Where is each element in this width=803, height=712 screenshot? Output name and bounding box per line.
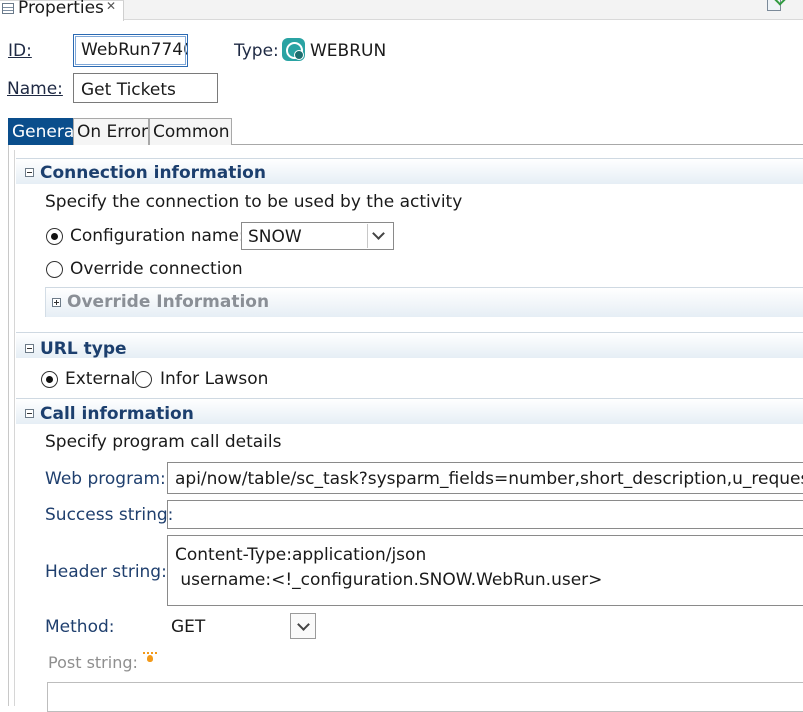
type-label: Type: — [234, 41, 279, 61]
post-string-label: Post string: — [48, 653, 138, 672]
configuration-name-label: Configuration name: — [70, 226, 245, 246]
web-program-label: Web program: — [45, 469, 166, 489]
override-connection-label: Override connection — [70, 259, 243, 279]
override-information-title: Override Information — [67, 292, 270, 312]
connection-section-title: Connection information — [40, 163, 266, 183]
chevron-down-icon[interactable] — [367, 224, 391, 248]
method-value[interactable]: GET — [171, 617, 205, 637]
name-label: Name: — [7, 79, 63, 99]
infor-lawson-label: Infor Lawson — [160, 369, 269, 389]
success-string-label: Success string: — [45, 505, 174, 525]
web-program-field[interactable]: api/now/table/sc_task?sysparm_fields=num… — [167, 462, 803, 494]
header-string-label: Header string: — [45, 562, 167, 582]
collapse-icon[interactable] — [25, 168, 34, 177]
url-type-section-header[interactable] — [16, 332, 803, 358]
content-border — [8, 145, 9, 706]
view-title: Properties — [18, 0, 104, 18]
close-icon[interactable]: ✕ — [106, 0, 116, 13]
success-string-field[interactable] — [167, 500, 803, 529]
external-label: External — [65, 369, 136, 389]
url-type-section-title: URL type — [40, 339, 127, 359]
configuration-name-radio[interactable] — [46, 228, 63, 245]
infor-lawson-radio[interactable] — [135, 371, 152, 388]
post-string-field[interactable] — [47, 682, 803, 712]
properties-view-tab[interactable]: Properties ✕ — [0, 0, 124, 21]
override-connection-radio[interactable] — [46, 261, 63, 278]
view-menu-icon[interactable] — [767, 0, 781, 11]
id-label: ID: — [8, 41, 32, 61]
properties-view-icon — [2, 3, 14, 14]
expand-icon[interactable] — [52, 298, 61, 307]
id-field[interactable]: WebRun7740 — [73, 34, 188, 67]
name-field[interactable]: Get Tickets — [73, 73, 218, 103]
tab-on-error[interactable]: On Error — [73, 118, 149, 145]
call-information-section-title: Call information — [40, 404, 194, 424]
chevron-down-icon[interactable] — [290, 613, 316, 639]
content-inner-border — [14, 150, 15, 706]
type-value: WEBRUN — [310, 41, 387, 61]
collapse-icon[interactable] — [25, 409, 34, 418]
configuration-name-value: SNOW — [248, 227, 302, 247]
call-description: Specify program call details — [45, 432, 282, 452]
header-string-field[interactable]: Content-Type:application/json username:<… — [167, 535, 803, 606]
tab-common[interactable]: Common — [149, 118, 232, 145]
connection-description: Specify the connection to be used by the… — [45, 192, 463, 212]
lightbulb-icon — [143, 652, 157, 666]
collapse-icon[interactable] — [25, 344, 34, 353]
tab-general[interactable]: General — [8, 118, 79, 145]
webrun-icon — [282, 38, 305, 61]
external-radio[interactable] — [41, 371, 58, 388]
method-label: Method: — [45, 617, 115, 637]
